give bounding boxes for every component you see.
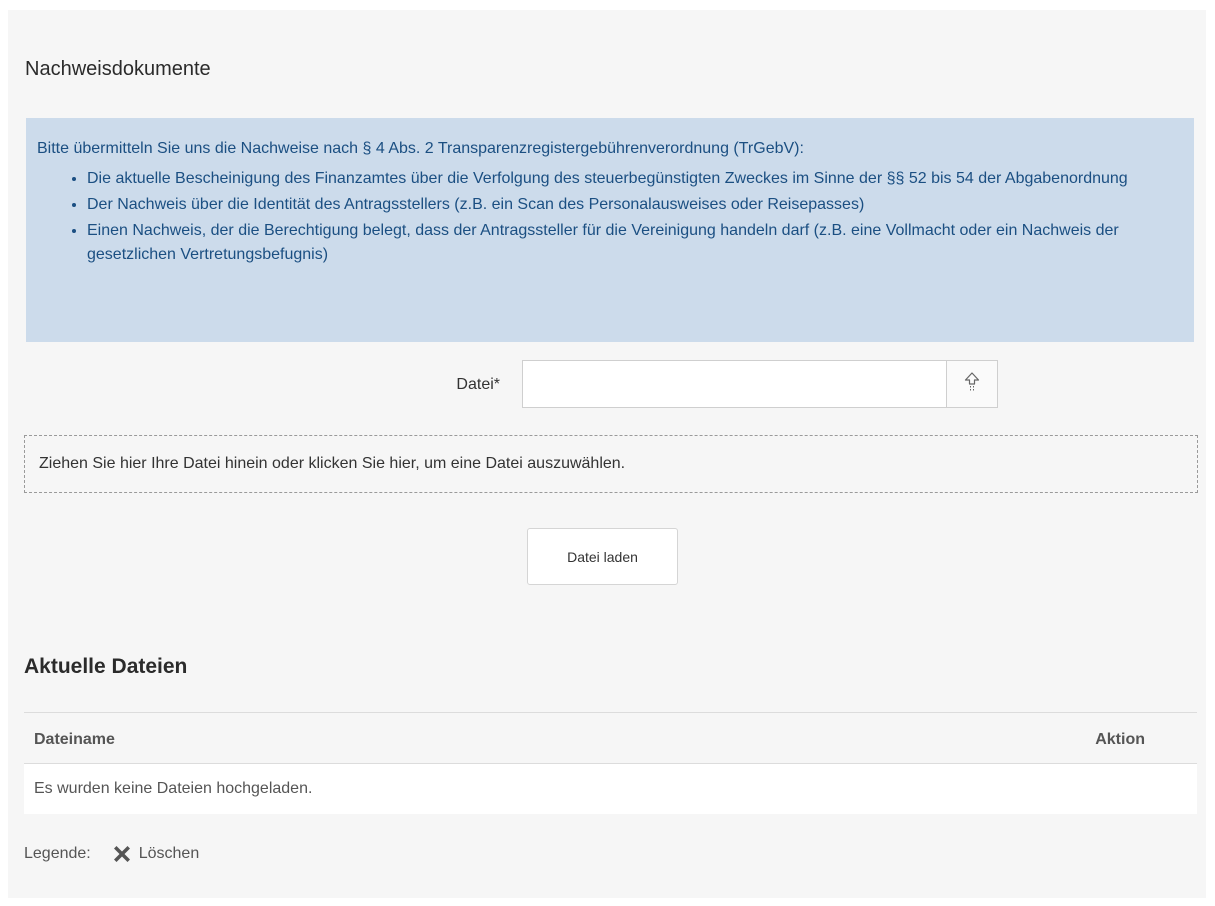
requirement-item: Der Nachweis über die Identität des Antr… xyxy=(87,193,1182,217)
legend-label: Legende: xyxy=(24,845,91,862)
requirement-item: Einen Nachweis, der die Berechtigung bel… xyxy=(87,219,1182,267)
upload-arrow-icon xyxy=(964,371,980,397)
upload-button[interactable] xyxy=(946,360,998,408)
column-header-action: Aktion xyxy=(1095,731,1145,748)
requirements-list: Die aktuelle Bescheinigung des Finanzamt… xyxy=(37,167,1182,267)
column-header-filename: Dateiname xyxy=(34,731,115,748)
legend-delete-label: Löschen xyxy=(138,845,200,862)
table-row: Es wurden keine Dateien hochgeladen. xyxy=(24,764,1197,814)
file-dropzone[interactable]: Ziehen Sie hier Ihre Datei hinein oder k… xyxy=(24,435,1198,493)
file-label: Datei* xyxy=(456,376,500,393)
requirement-item: Die aktuelle Bescheinigung des Finanzamt… xyxy=(87,167,1182,191)
empty-message: Es wurden keine Dateien hochgeladen. xyxy=(34,780,313,797)
files-table: Dateiname Aktion Es wurden keine Dateien… xyxy=(24,712,1197,814)
evidence-documents-panel: Nachweisdokumente Bitte übermitteln Sie … xyxy=(8,10,1206,898)
x-icon xyxy=(113,845,131,863)
section-title: Nachweisdokumente xyxy=(25,58,211,80)
file-field-row: Datei* xyxy=(8,360,1206,410)
current-files-title: Aktuelle Dateien xyxy=(24,655,188,678)
table-header: Dateiname Aktion xyxy=(24,713,1197,764)
dropzone-text: Ziehen Sie hier Ihre Datei hinein oder k… xyxy=(39,455,626,472)
load-file-button[interactable]: Datei laden xyxy=(527,528,678,585)
legend: Legende: Löschen xyxy=(24,845,199,863)
file-input[interactable] xyxy=(522,360,947,408)
info-intro: Bitte übermitteln Sie uns die Nachweise … xyxy=(37,140,804,157)
info-box: Bitte übermitteln Sie uns die Nachweise … xyxy=(26,118,1194,342)
